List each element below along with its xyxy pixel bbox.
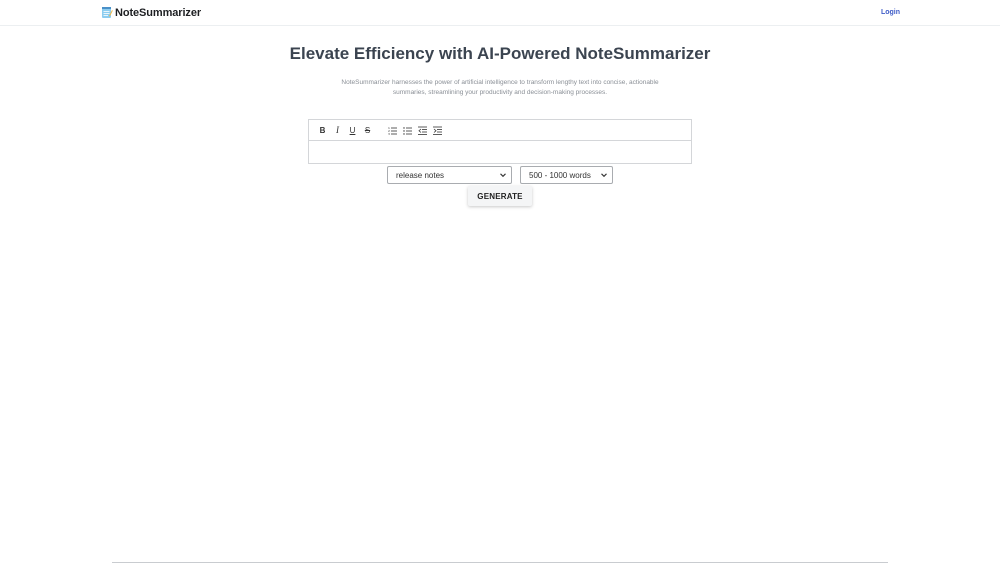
notepad-icon <box>100 6 113 19</box>
note-type-select-value: release notes <box>396 170 445 180</box>
brand-name: NoteSummarizer <box>115 6 202 19</box>
underline-icon: U <box>349 125 356 135</box>
ordered-list-icon: 1 2 3 <box>388 126 397 135</box>
svg-text:3: 3 <box>388 132 390 135</box>
page-title: Elevate Efficiency with AI-Powered NoteS… <box>289 44 711 63</box>
summary-length-select-value: 500 - 1000 words <box>529 170 591 180</box>
outdent-button[interactable] <box>417 125 428 136</box>
top-navbar: NoteSummarizer Login <box>0 0 1000 26</box>
italic-button[interactable]: I <box>332 125 343 136</box>
brand-logo-link[interactable]: NoteSummarizer <box>100 6 201 19</box>
login-link[interactable]: Login <box>881 9 900 16</box>
page-description: NoteSummarizer harnesses the power of ar… <box>341 79 659 96</box>
editor-text-area[interactable] <box>309 141 691 163</box>
ordered-list-button[interactable]: 1 2 3 <box>387 125 398 136</box>
note-type-select[interactable]: release notes <box>387 166 512 184</box>
strikethrough-button[interactable]: S <box>362 125 373 136</box>
chevron-down-icon <box>601 173 607 178</box>
underline-button[interactable]: U <box>347 125 358 136</box>
bold-icon: B <box>319 125 326 135</box>
indent-icon <box>433 126 442 135</box>
strikethrough-icon: S <box>364 125 371 135</box>
generate-button[interactable]: GENERATE <box>468 186 532 206</box>
bullet-list-button[interactable] <box>402 125 413 136</box>
indent-button[interactable] <box>432 125 443 136</box>
editor-toolbar: B I U S 1 2 3 <box>309 120 691 141</box>
summary-length-select[interactable]: 500 - 1000 words <box>520 166 613 184</box>
bold-button[interactable]: B <box>317 125 328 136</box>
outdent-icon <box>418 126 427 135</box>
bullet-list-icon <box>403 126 412 135</box>
rich-text-editor: B I U S 1 2 3 <box>308 119 692 164</box>
chevron-down-icon <box>500 173 506 178</box>
italic-icon: I <box>336 125 339 135</box>
